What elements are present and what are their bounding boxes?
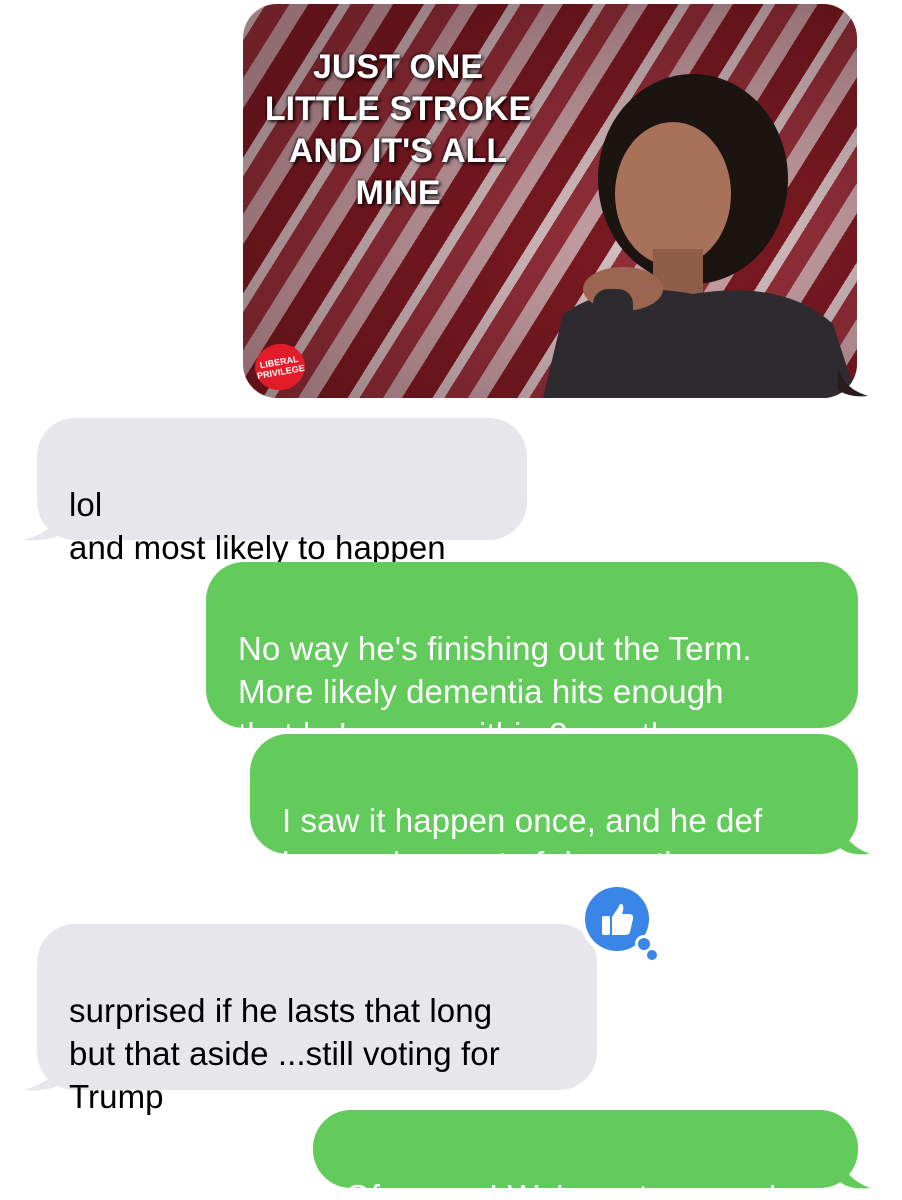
outgoing-message[interactable]: I saw it happen once, and he def has ear…	[250, 734, 858, 882]
message-text: lol and most likely to happen	[69, 486, 446, 566]
portrait-image	[543, 74, 857, 398]
thumbs-up-icon[interactable]	[572, 876, 662, 966]
image-message[interactable]: JUST ONE LITTLE STROKE AND IT'S ALL MINE…	[243, 4, 857, 398]
message-text: Of course! We're not morons!	[345, 1178, 778, 1200]
bubble-tail	[24, 508, 62, 541]
bubble-tail	[840, 1156, 870, 1189]
bubble-tail	[838, 366, 868, 397]
outgoing-message[interactable]: No way he's finishing out the Term. More…	[206, 562, 858, 753]
meme-caption: JUST ONE LITTLE STROKE AND IT'S ALL MINE	[264, 48, 532, 212]
bubble-tail	[840, 822, 870, 855]
message-text: I saw it happen once, and he def has ear…	[282, 802, 763, 882]
outgoing-message[interactable]: Of course! We're not morons!	[313, 1110, 858, 1200]
incoming-message[interactable]: surprised if he lasts that long but that…	[37, 924, 597, 1115]
bubble-tail	[24, 1058, 62, 1091]
message-text: surprised if he lasts that long but that…	[69, 992, 500, 1115]
message-thread: JUST ONE LITTLE STROKE AND IT'S ALL MINE…	[0, 0, 902, 1200]
incoming-message[interactable]: lol and most likely to happen	[37, 418, 527, 566]
